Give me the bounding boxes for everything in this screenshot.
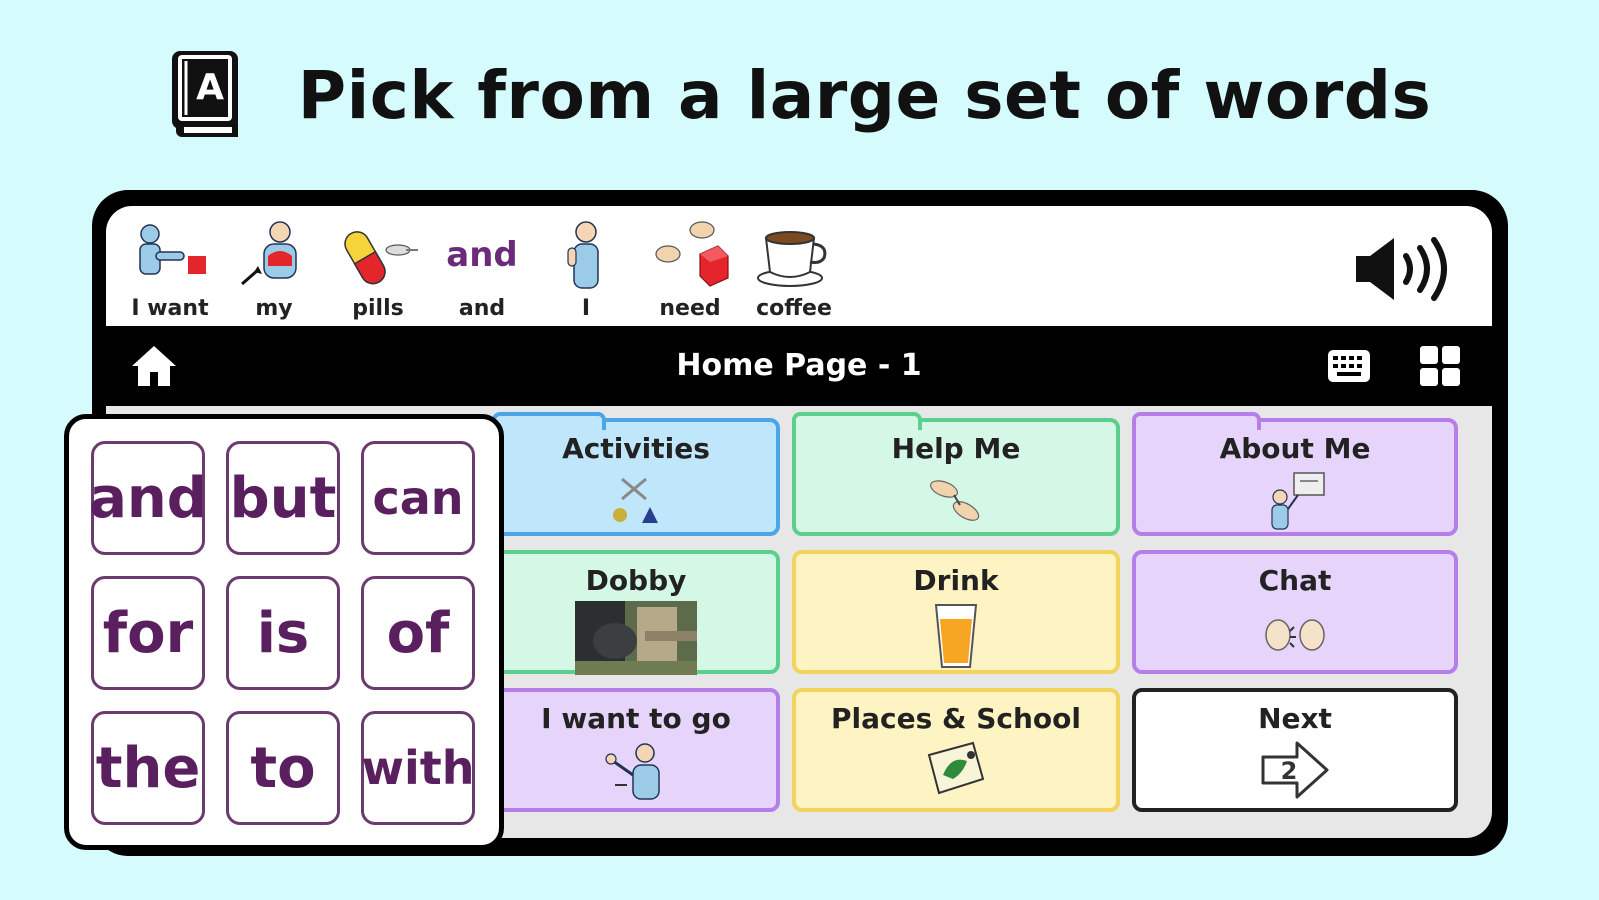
- i-want-symbol: [139, 224, 206, 275]
- tile-dobby[interactable]: Dobby: [492, 550, 780, 675]
- core-word-button[interactable]: and: [89, 441, 207, 555]
- i-symbol: [567, 221, 599, 289]
- message-word[interactable]: pills: [326, 206, 430, 326]
- message-word[interactable]: need: [638, 206, 742, 326]
- speaker-icon[interactable]: [1352, 234, 1462, 304]
- core-word-button[interactable]: for: [91, 576, 205, 690]
- i-want-to-go-symbol: [605, 743, 660, 800]
- tile-drink[interactable]: Drink: [792, 550, 1120, 674]
- keyboard-icon[interactable]: [1326, 346, 1372, 386]
- message-word[interactable]: coffee: [742, 206, 846, 326]
- core-word-button[interactable]: of: [361, 576, 475, 690]
- message-bar[interactable]: I want my pills and and I need coffee: [106, 206, 1492, 326]
- book-a-icon: A: [171, 51, 238, 137]
- svg-text:2: 2: [1281, 757, 1298, 785]
- tile-i-want-to-go[interactable]: I want to go: [492, 688, 780, 812]
- grid-icon[interactable]: [1418, 344, 1462, 388]
- help-me-symbol: [930, 480, 980, 521]
- core-word-button[interactable]: is: [226, 576, 340, 690]
- chat-symbol: [1265, 619, 1325, 651]
- core-words-panel: and but can for is of the to with: [64, 414, 504, 850]
- message-words: I want my pills and and I need coffee: [118, 206, 846, 326]
- nav-bar: Home Page - 1: [106, 326, 1492, 406]
- core-word-button[interactable]: with: [361, 711, 475, 825]
- headline-title: Pick from a large set of words: [297, 56, 1432, 134]
- about-me-symbol: [1271, 472, 1325, 530]
- core-word-button[interactable]: the: [91, 711, 205, 825]
- core-word-button[interactable]: can: [361, 441, 475, 555]
- coffee-cup-symbol: [757, 231, 827, 287]
- tile-next[interactable]: Next 2: [1132, 688, 1458, 812]
- message-word[interactable]: my: [222, 206, 326, 326]
- message-word[interactable]: I want: [118, 206, 222, 326]
- core-word-button[interactable]: to: [226, 711, 340, 825]
- message-word[interactable]: I: [534, 206, 638, 326]
- core-word-button[interactable]: but: [226, 441, 340, 555]
- activities-symbol: [613, 477, 658, 523]
- pills-symbol: [344, 231, 418, 285]
- tile-help-me[interactable]: Help Me: [792, 412, 1120, 536]
- svg-text:A: A: [196, 67, 224, 108]
- my-symbol: [241, 221, 297, 286]
- need-symbol: [655, 221, 729, 287]
- message-word[interactable]: and and: [430, 206, 534, 326]
- dobby-photo: [575, 601, 697, 675]
- tile-chat[interactable]: Chat: [1132, 550, 1458, 674]
- tile-places-school[interactable]: Places & School: [792, 688, 1120, 812]
- tile-about-me[interactable]: About Me: [1132, 412, 1458, 536]
- headline: A Pick from a large set of words: [0, 40, 1599, 150]
- drink-glass-symbol: [934, 604, 978, 668]
- places-map-symbol: [927, 741, 985, 795]
- tile-activities[interactable]: Activities: [492, 412, 780, 536]
- page-title: Home Page - 1: [676, 348, 922, 383]
- next-arrow-icon: 2: [1261, 741, 1329, 799]
- and-symbol: and: [446, 235, 518, 275]
